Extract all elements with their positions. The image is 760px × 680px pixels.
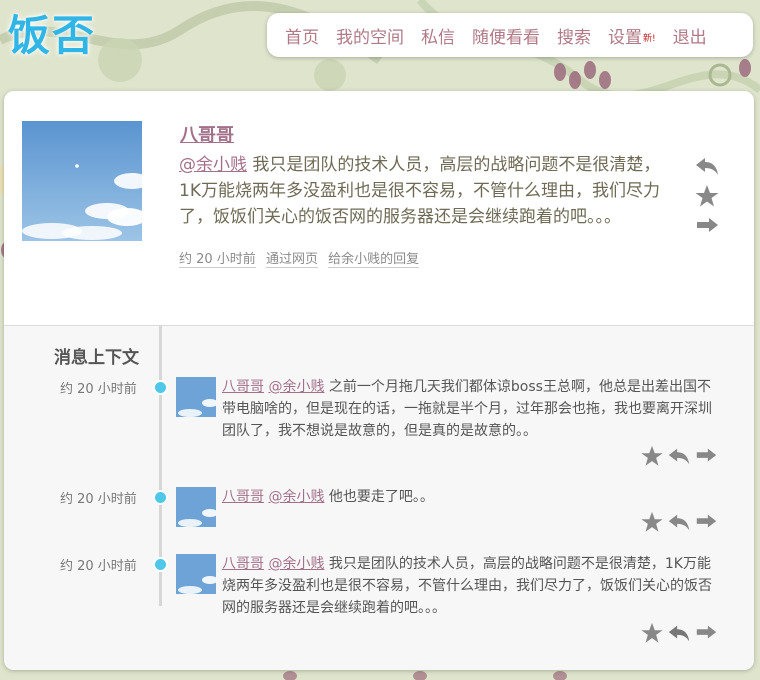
context-actions — [640, 444, 720, 468]
top-navigation: 首页 我的空间 私信 随便看看 搜索 设置新! 退出 — [267, 13, 753, 57]
context-avatar[interactable] — [176, 377, 216, 417]
star-icon[interactable] — [640, 621, 664, 645]
timeline-dot — [153, 490, 168, 505]
reply-icon[interactable] — [667, 510, 691, 534]
status-time[interactable]: 约 20 小时前 — [179, 252, 256, 268]
context-avatar[interactable] — [176, 487, 216, 527]
context-avatar[interactable] — [176, 554, 216, 594]
new-badge: 新! — [643, 33, 656, 44]
status-actions — [694, 153, 724, 243]
nav-private-messages[interactable]: 私信 — [421, 23, 455, 48]
context-author[interactable]: 八哥哥 — [222, 489, 264, 505]
context-author[interactable]: 八哥哥 — [222, 556, 264, 572]
context-actions — [640, 621, 720, 645]
timeline-dot — [153, 380, 168, 395]
status-via: 通过网页 — [265, 252, 318, 268]
status-mention[interactable]: @余小贱 — [179, 155, 247, 175]
forward-icon[interactable] — [694, 510, 718, 534]
context-text: 八哥哥 @余小贱 之前一个月拖几天我们都体谅boss王总啊，他总是出差出国不带电… — [222, 376, 722, 442]
context-time[interactable]: 约 20 小时前 — [60, 378, 137, 397]
star-icon[interactable] — [694, 183, 720, 209]
status-meta: 约 20 小时前 通过网页 给余小贱的回复 — [179, 248, 425, 268]
forward-icon[interactable] — [694, 621, 718, 645]
context-heading: 消息上下文 — [54, 348, 139, 368]
context-text: 八哥哥 @余小贱 我只是团队的技术人员，高层的战略问题不是很清楚，1K万能烧两年… — [222, 553, 722, 619]
nav-my-space[interactable]: 我的空间 — [336, 23, 404, 48]
nav-search[interactable]: 搜索 — [557, 23, 591, 48]
author-avatar[interactable] — [22, 121, 142, 241]
context-author[interactable]: 八哥哥 — [222, 379, 264, 395]
reply-icon[interactable] — [667, 621, 691, 645]
context-mention[interactable]: @余小贱 — [268, 556, 324, 572]
context-actions — [640, 510, 720, 534]
status-author[interactable]: 八哥哥 — [180, 121, 234, 147]
status-reply-to[interactable]: 给余小贱的回复 — [328, 252, 420, 268]
main-status: 八哥哥 @余小贱 我只是团队的技术人员，高层的战略问题不是很清楚，1K万能烧两年… — [4, 91, 754, 325]
forward-icon[interactable] — [694, 444, 718, 468]
status-body: @余小贱 我只是团队的技术人员，高层的战略问题不是很清楚，1K万能烧两年多没盈利… — [179, 152, 669, 230]
nav-logout[interactable]: 退出 — [673, 23, 707, 48]
nav-settings-label: 设置 — [608, 27, 642, 48]
star-icon[interactable] — [640, 444, 664, 468]
reply-icon[interactable] — [667, 444, 691, 468]
context-text: 八哥哥 @余小贱 他也要走了吧。。 — [222, 486, 722, 508]
status-text: 我只是团队的技术人员，高层的战略问题不是很清楚，1K万能烧两年多没盈利也是很不容… — [179, 155, 661, 227]
message-context: 消息上下文 约 20 小时前 八哥哥 @余小贱 之前一个月拖几天我们都体谅bos… — [4, 325, 754, 670]
reply-icon[interactable] — [694, 153, 720, 179]
star-icon[interactable] — [640, 510, 664, 534]
nav-browse[interactable]: 随便看看 — [472, 23, 540, 48]
context-mention[interactable]: @余小贱 — [268, 379, 324, 395]
timeline-dot — [153, 557, 168, 572]
context-time[interactable]: 约 20 小时前 — [60, 488, 137, 507]
forward-icon[interactable] — [694, 213, 720, 239]
context-time[interactable]: 约 20 小时前 — [60, 555, 137, 574]
site-logo[interactable]: 饭否 — [8, 2, 96, 63]
context-mention[interactable]: @余小贱 — [268, 489, 324, 505]
nav-settings[interactable]: 设置新! — [608, 23, 656, 48]
context-message: 他也要走了吧。。 — [324, 489, 434, 505]
nav-home[interactable]: 首页 — [285, 23, 319, 48]
status-card: 八哥哥 @余小贱 我只是团队的技术人员，高层的战略问题不是很清楚，1K万能烧两年… — [4, 91, 754, 670]
